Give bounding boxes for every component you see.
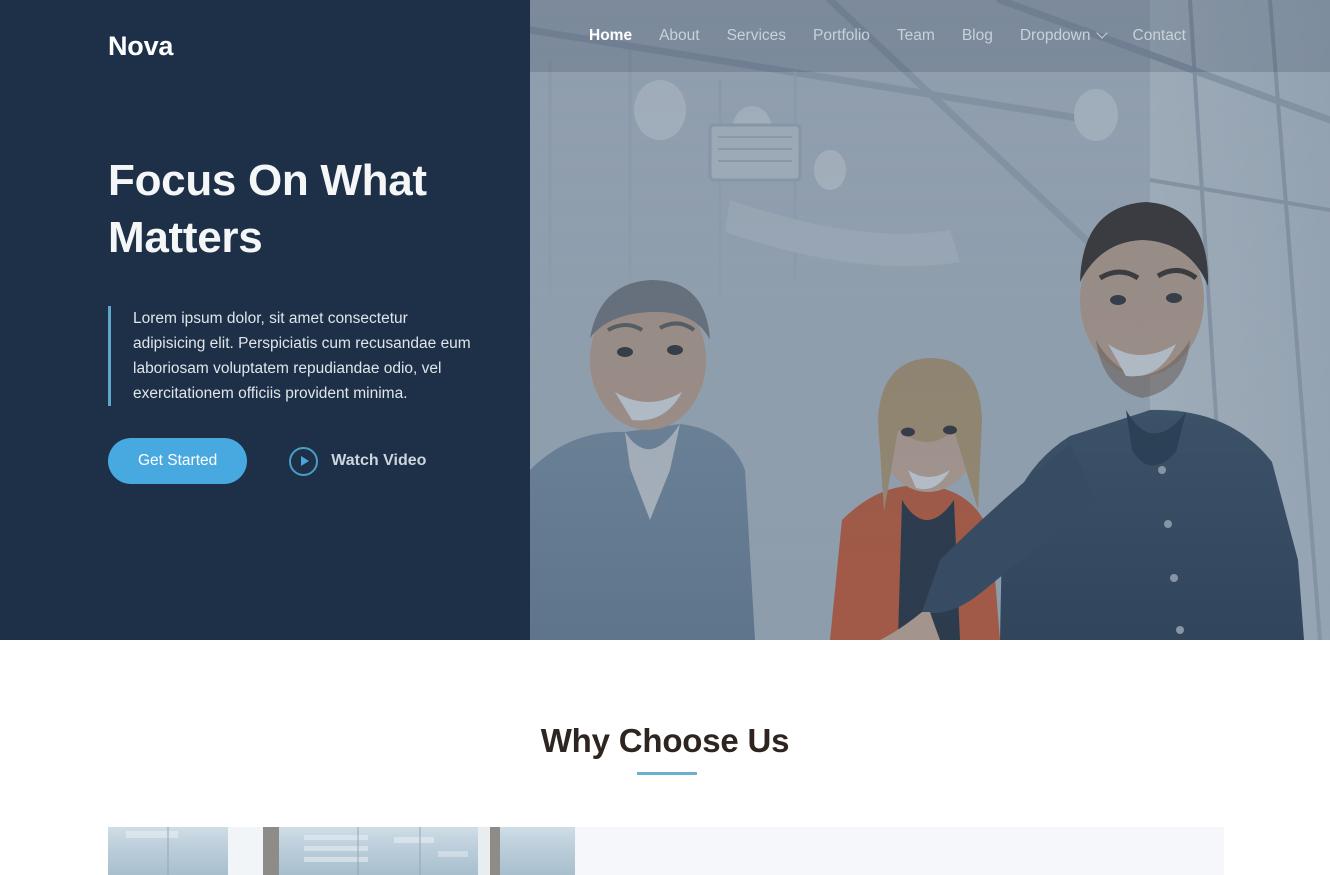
hero-image-overlay bbox=[530, 0, 1330, 640]
section-title: Why Choose Us bbox=[540, 722, 790, 759]
main-navigation: Home About Services Portfolio Team Blog … bbox=[530, 0, 1330, 72]
nav-label: Team bbox=[896, 27, 935, 44]
play-circle-icon bbox=[289, 446, 319, 476]
building-facade-graphic bbox=[108, 827, 575, 875]
nav-item-blog[interactable]: Blog bbox=[962, 27, 993, 45]
get-started-button[interactable]: Get Started bbox=[108, 438, 248, 484]
nav-label: Blog bbox=[961, 27, 993, 44]
feature-card-image bbox=[108, 827, 575, 875]
nav-item-team[interactable]: Team bbox=[897, 27, 935, 45]
nav-label: Dropdown bbox=[1019, 27, 1091, 44]
feature-card-panel bbox=[575, 827, 1224, 875]
nav-item-about[interactable]: About bbox=[659, 27, 700, 45]
nav-item-contact[interactable]: Contact bbox=[1133, 27, 1186, 45]
nav-item-home[interactable]: Home bbox=[589, 27, 632, 45]
hero-content-panel: Nova Focus On What Matters Lorem ipsum d… bbox=[0, 0, 530, 640]
nav-label: Services bbox=[726, 27, 787, 44]
hero-title: Focus On What Matters bbox=[108, 156, 427, 263]
feature-card-row bbox=[0, 827, 1330, 875]
hero-actions: Get Started Watch Video bbox=[108, 438, 426, 484]
nav-label: Contact bbox=[1132, 27, 1186, 44]
nav-list: Home About Services Portfolio Team Blog … bbox=[530, 27, 1186, 45]
brand-logo[interactable]: Nova bbox=[108, 31, 173, 62]
watch-video-button[interactable]: Watch Video bbox=[289, 446, 427, 476]
hero-description: Lorem ipsum dolor, sit amet consectetur … bbox=[108, 306, 478, 407]
nav-item-portfolio[interactable]: Portfolio bbox=[813, 27, 870, 45]
nav-label: Portfolio bbox=[813, 27, 870, 44]
nav-item-services[interactable]: Services bbox=[727, 27, 786, 45]
hero-section: Home About Services Portfolio Team Blog … bbox=[0, 0, 1330, 640]
nav-label: About bbox=[659, 27, 700, 44]
hero-image bbox=[530, 0, 1330, 640]
chevron-down-icon bbox=[1095, 27, 1108, 39]
nav-item-dropdown[interactable]: Dropdown bbox=[1019, 27, 1108, 45]
nav-label: Home bbox=[589, 27, 633, 44]
section-divider bbox=[637, 772, 697, 775]
watch-video-label: Watch Video bbox=[331, 452, 427, 469]
